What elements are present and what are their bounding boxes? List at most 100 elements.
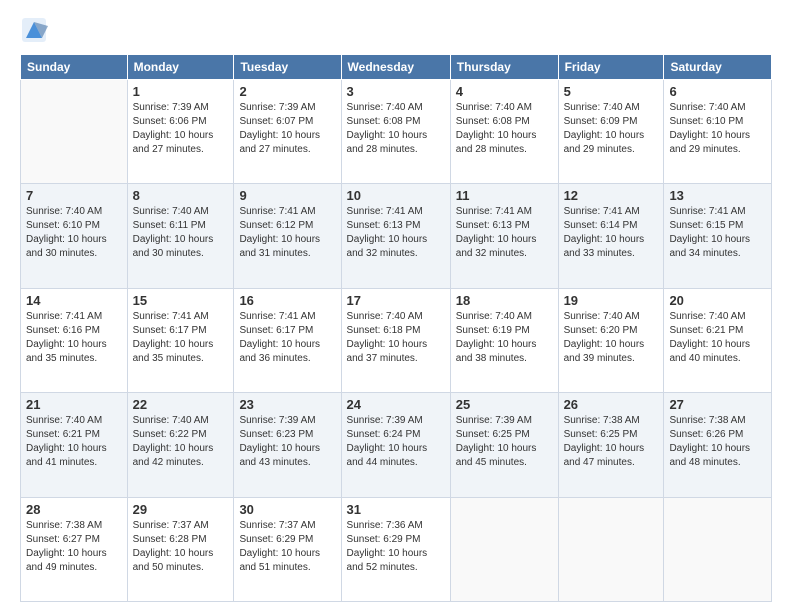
daylight-label: Daylight: 10 hours <box>669 339 750 350</box>
weekday-header-thursday: Thursday <box>450 55 558 80</box>
calendar-cell: 3 Sunrise: 7:40 AM Sunset: 6:08 PM Dayli… <box>341 80 450 184</box>
sunrise-label: Sunrise: 7:39 AM <box>239 415 315 426</box>
day-info: Sunrise: 7:40 AM Sunset: 6:19 PM Dayligh… <box>456 310 553 366</box>
day-number: 2 <box>239 84 335 99</box>
sunset-label: Sunset: 6:29 PM <box>347 534 421 545</box>
day-info: Sunrise: 7:40 AM Sunset: 6:21 PM Dayligh… <box>669 310 766 366</box>
day-info: Sunrise: 7:39 AM Sunset: 6:25 PM Dayligh… <box>456 414 553 470</box>
daylight-minutes: and 32 minutes. <box>347 248 418 259</box>
day-info: Sunrise: 7:41 AM Sunset: 6:17 PM Dayligh… <box>133 310 229 366</box>
calendar-cell <box>558 497 664 601</box>
day-number: 12 <box>564 188 659 203</box>
sunset-label: Sunset: 6:11 PM <box>133 220 206 231</box>
calendar-cell: 28 Sunrise: 7:38 AM Sunset: 6:27 PM Dayl… <box>21 497 128 601</box>
sunrise-label: Sunrise: 7:39 AM <box>456 415 532 426</box>
day-number: 1 <box>133 84 229 99</box>
daylight-label: Daylight: 10 hours <box>347 234 428 245</box>
sunset-label: Sunset: 6:06 PM <box>133 116 207 127</box>
day-info: Sunrise: 7:38 AM Sunset: 6:26 PM Dayligh… <box>669 414 766 470</box>
weekday-header-sunday: Sunday <box>21 55 128 80</box>
sunset-label: Sunset: 6:07 PM <box>239 116 313 127</box>
daylight-minutes: and 34 minutes. <box>669 248 740 259</box>
day-number: 4 <box>456 84 553 99</box>
daylight-label: Daylight: 10 hours <box>239 339 320 350</box>
day-info: Sunrise: 7:37 AM Sunset: 6:28 PM Dayligh… <box>133 519 229 575</box>
sunrise-label: Sunrise: 7:38 AM <box>564 415 640 426</box>
calendar-cell: 25 Sunrise: 7:39 AM Sunset: 6:25 PM Dayl… <box>450 393 558 497</box>
sunset-label: Sunset: 6:10 PM <box>26 220 100 231</box>
daylight-minutes: and 31 minutes. <box>239 248 310 259</box>
sunset-label: Sunset: 6:19 PM <box>456 325 530 336</box>
sunset-label: Sunset: 6:18 PM <box>347 325 421 336</box>
calendar-cell <box>21 80 128 184</box>
daylight-minutes: and 32 minutes. <box>456 248 527 259</box>
calendar-cell: 8 Sunrise: 7:40 AM Sunset: 6:11 PM Dayli… <box>127 184 234 288</box>
daylight-label: Daylight: 10 hours <box>133 339 214 350</box>
day-number: 29 <box>133 502 229 517</box>
daylight-minutes: and 38 minutes. <box>456 353 527 364</box>
sunset-label: Sunset: 6:12 PM <box>239 220 313 231</box>
day-number: 11 <box>456 188 553 203</box>
day-info: Sunrise: 7:41 AM Sunset: 6:15 PM Dayligh… <box>669 205 766 261</box>
header <box>20 16 772 44</box>
sunset-label: Sunset: 6:13 PM <box>456 220 530 231</box>
day-number: 25 <box>456 397 553 412</box>
calendar-cell: 18 Sunrise: 7:40 AM Sunset: 6:19 PM Dayl… <box>450 288 558 392</box>
sunset-label: Sunset: 6:22 PM <box>133 429 207 440</box>
sunrise-label: Sunrise: 7:41 AM <box>133 311 209 322</box>
daylight-minutes: and 43 minutes. <box>239 457 310 468</box>
weekday-header-wednesday: Wednesday <box>341 55 450 80</box>
calendar-week-1: 1 Sunrise: 7:39 AM Sunset: 6:06 PM Dayli… <box>21 80 772 184</box>
calendar-cell: 7 Sunrise: 7:40 AM Sunset: 6:10 PM Dayli… <box>21 184 128 288</box>
sunrise-label: Sunrise: 7:41 AM <box>239 206 315 217</box>
day-info: Sunrise: 7:41 AM Sunset: 6:16 PM Dayligh… <box>26 310 122 366</box>
day-number: 26 <box>564 397 659 412</box>
sunrise-label: Sunrise: 7:40 AM <box>347 311 423 322</box>
sunrise-label: Sunrise: 7:40 AM <box>456 311 532 322</box>
daylight-label: Daylight: 10 hours <box>456 130 537 141</box>
day-info: Sunrise: 7:39 AM Sunset: 6:24 PM Dayligh… <box>347 414 445 470</box>
sunset-label: Sunset: 6:10 PM <box>669 116 743 127</box>
daylight-minutes: and 28 minutes. <box>456 144 527 155</box>
daylight-label: Daylight: 10 hours <box>456 339 537 350</box>
daylight-label: Daylight: 10 hours <box>564 234 645 245</box>
sunset-label: Sunset: 6:25 PM <box>564 429 638 440</box>
day-number: 20 <box>669 293 766 308</box>
sunrise-label: Sunrise: 7:40 AM <box>26 206 102 217</box>
daylight-label: Daylight: 10 hours <box>347 339 428 350</box>
day-info: Sunrise: 7:38 AM Sunset: 6:27 PM Dayligh… <box>26 519 122 575</box>
sunrise-label: Sunrise: 7:37 AM <box>239 520 315 531</box>
day-number: 13 <box>669 188 766 203</box>
day-number: 8 <box>133 188 229 203</box>
sunrise-label: Sunrise: 7:36 AM <box>347 520 423 531</box>
calendar-header-row: SundayMondayTuesdayWednesdayThursdayFrid… <box>21 55 772 80</box>
daylight-minutes: and 48 minutes. <box>669 457 740 468</box>
calendar-cell: 19 Sunrise: 7:40 AM Sunset: 6:20 PM Dayl… <box>558 288 664 392</box>
calendar-cell: 17 Sunrise: 7:40 AM Sunset: 6:18 PM Dayl… <box>341 288 450 392</box>
daylight-label: Daylight: 10 hours <box>26 548 107 559</box>
sunrise-label: Sunrise: 7:40 AM <box>564 102 640 113</box>
weekday-header-monday: Monday <box>127 55 234 80</box>
day-number: 21 <box>26 397 122 412</box>
sunset-label: Sunset: 6:27 PM <box>26 534 100 545</box>
sunset-label: Sunset: 6:28 PM <box>133 534 207 545</box>
sunset-label: Sunset: 6:15 PM <box>669 220 743 231</box>
day-number: 31 <box>347 502 445 517</box>
calendar-week-3: 14 Sunrise: 7:41 AM Sunset: 6:16 PM Dayl… <box>21 288 772 392</box>
sunrise-label: Sunrise: 7:41 AM <box>347 206 423 217</box>
day-info: Sunrise: 7:40 AM Sunset: 6:21 PM Dayligh… <box>26 414 122 470</box>
calendar-cell <box>450 497 558 601</box>
sunrise-label: Sunrise: 7:37 AM <box>133 520 209 531</box>
calendar-week-5: 28 Sunrise: 7:38 AM Sunset: 6:27 PM Dayl… <box>21 497 772 601</box>
daylight-minutes: and 47 minutes. <box>564 457 635 468</box>
day-number: 9 <box>239 188 335 203</box>
daylight-label: Daylight: 10 hours <box>347 130 428 141</box>
daylight-label: Daylight: 10 hours <box>564 339 645 350</box>
daylight-label: Daylight: 10 hours <box>239 443 320 454</box>
sunrise-label: Sunrise: 7:40 AM <box>347 102 423 113</box>
calendar-cell: 15 Sunrise: 7:41 AM Sunset: 6:17 PM Dayl… <box>127 288 234 392</box>
calendar-cell: 24 Sunrise: 7:39 AM Sunset: 6:24 PM Dayl… <box>341 393 450 497</box>
day-number: 5 <box>564 84 659 99</box>
daylight-minutes: and 27 minutes. <box>239 144 310 155</box>
day-info: Sunrise: 7:37 AM Sunset: 6:29 PM Dayligh… <box>239 519 335 575</box>
